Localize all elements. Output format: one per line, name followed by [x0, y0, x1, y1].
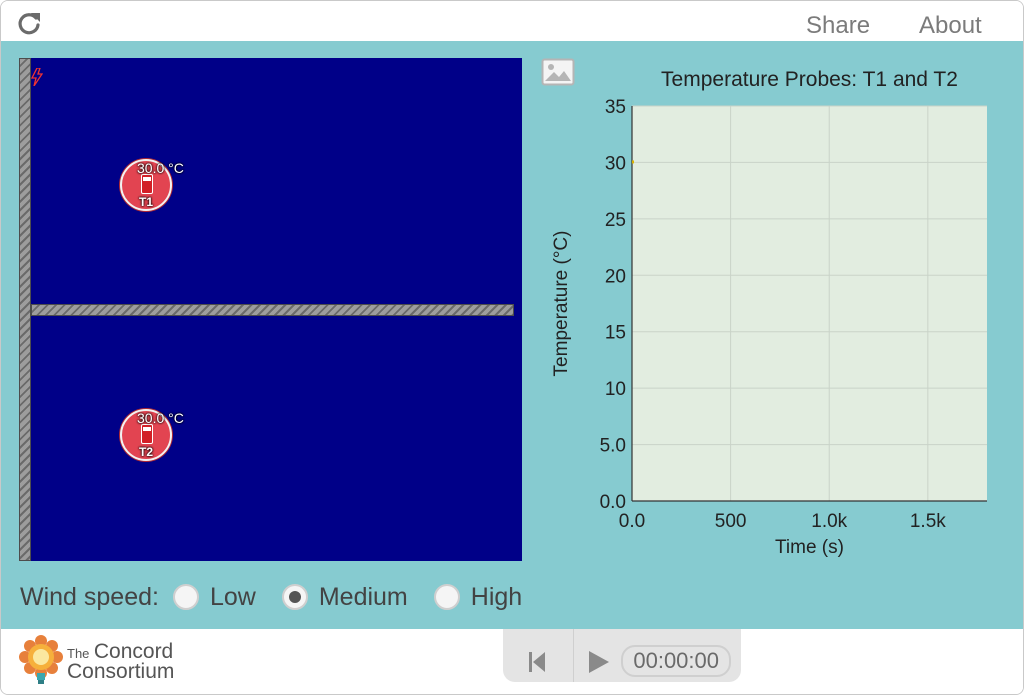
- wind-high-label: High: [470, 582, 523, 611]
- playback-divider: [573, 629, 574, 682]
- share-link[interactable]: Share: [806, 12, 870, 40]
- play-icon[interactable]: [585, 649, 611, 675]
- app-frame: Share About 30.0 °C T1 30.0 °C T2 Wind s…: [0, 0, 1024, 695]
- lightning-icon: [31, 68, 43, 86]
- y-tick-label: 10: [605, 379, 626, 400]
- thermometer-icon: [141, 174, 153, 194]
- brand-the: The: [67, 646, 90, 661]
- about-link[interactable]: About: [919, 12, 982, 40]
- top-bar: Share About: [1, 1, 1023, 41]
- probe-t2[interactable]: 30.0 °C T2: [120, 409, 184, 461]
- chart-title: Temperature Probes: T1 and T2: [661, 68, 958, 91]
- main-area: 30.0 °C T1 30.0 °C T2 Wind speed: Low Me…: [1, 41, 1023, 629]
- graph-svg: Temperature Probes: T1 and T2 0.0 500 1.0k 1…: [551, 68, 987, 558]
- reset-icon[interactable]: [525, 649, 549, 675]
- x-tick-label: 1.0k: [811, 511, 847, 532]
- time-display: 00:00:00: [621, 645, 731, 677]
- wind-medium-label: Medium: [318, 582, 408, 611]
- probe-t1-label: T1: [139, 195, 154, 209]
- thermometer-icon: [141, 424, 153, 444]
- simulation-canvas[interactable]: 30.0 °C T1 30.0 °C T2: [19, 58, 522, 561]
- y-tick-label: 20: [605, 266, 626, 287]
- brand-text: The Concord Consortium: [67, 641, 175, 683]
- probe-t1-reading: 30.0 °C: [137, 160, 184, 176]
- concord-consortium-logo: [19, 635, 63, 684]
- image-icon[interactable]: [541, 58, 575, 86]
- bottom-bar: The Concord Consortium 00:00:00: [1, 629, 1023, 694]
- radio-medium[interactable]: [281, 584, 308, 610]
- plot-area: [632, 106, 987, 501]
- wind-high-option[interactable]: High: [433, 582, 523, 612]
- y-tick-label: 15: [605, 323, 626, 344]
- x-axis-label: Time (s): [775, 537, 844, 558]
- reload-icon[interactable]: [15, 9, 43, 37]
- radio-low[interactable]: [172, 584, 199, 610]
- playback-controls: 00:00:00: [503, 629, 741, 682]
- wind-low-option[interactable]: Low: [172, 582, 256, 612]
- x-tick-label: 500: [715, 511, 747, 532]
- brand-consortium: Consortium: [67, 660, 175, 683]
- y-tick-label: 25: [605, 210, 626, 231]
- left-wall: [19, 58, 31, 561]
- probe-t2-label: T2: [139, 445, 154, 459]
- radio-high[interactable]: [433, 584, 460, 610]
- probe-t2-reading: 30.0 °C: [137, 410, 184, 426]
- middle-wall: [31, 304, 514, 316]
- probe-t1[interactable]: 30.0 °C T1: [120, 159, 184, 211]
- temperature-graph[interactable]: Temperature Probes: T1 and T2 0.0 500 1.0k 1…: [541, 58, 1011, 568]
- y-tick-label: 30: [605, 153, 626, 174]
- wind-speed-label: Wind speed:: [20, 582, 159, 611]
- wind-medium-option[interactable]: Medium: [281, 582, 408, 612]
- y-tick-label: 0.0: [600, 492, 626, 513]
- data-point: [632, 160, 634, 164]
- y-tick-label: 5.0: [600, 436, 626, 457]
- wind-low-label: Low: [209, 582, 256, 611]
- x-tick-label: 0.0: [619, 511, 645, 532]
- x-tick-label: 1.5k: [910, 511, 946, 532]
- y-axis-label: Temperature (°C): [551, 231, 572, 377]
- y-tick-label: 35: [605, 97, 626, 118]
- wind-speed-control: Wind speed: Low Medium High: [20, 580, 548, 614]
